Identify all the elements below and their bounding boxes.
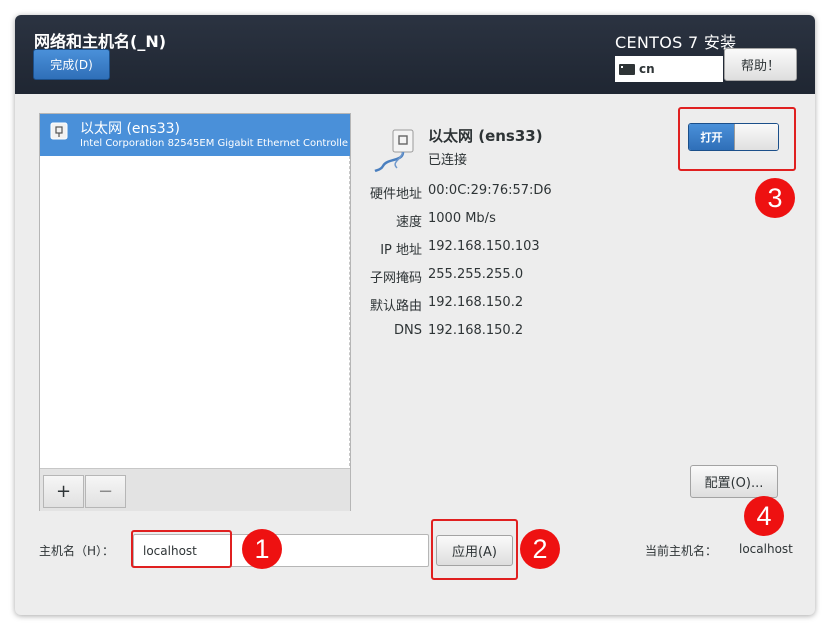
default-route-label: 默认路由: [369, 299, 422, 314]
keyboard-icon: [619, 63, 637, 75]
list-item-title: 以太网 (ens33): [80, 121, 180, 137]
highlight-box-apply: [431, 519, 518, 580]
ip-address-label: IP 地址: [380, 243, 422, 258]
default-route-value: 192.168.150.2: [428, 295, 524, 310]
keyboard-layout-label: cn: [639, 62, 655, 76]
highlight-box-toggle: [678, 107, 796, 171]
dns-value: 192.168.150.2: [428, 323, 524, 338]
annotation-badge-1: 1: [242, 529, 282, 569]
ip-address-value: 192.168.150.103: [428, 239, 540, 254]
network-wired-icon: [374, 129, 414, 173]
device-title: 以太网 (ens33): [428, 127, 543, 145]
hostname-label: 主机名（H）：: [39, 544, 115, 558]
subnet-mask-label: 子网掩码: [369, 271, 422, 286]
connection-status: 已连接: [428, 153, 468, 168]
network-hostname-window: 网络和主机名(_N) 完成(D) CENTOS 7 安装 cn 帮助！ 以太网 …: [15, 15, 815, 615]
product-title: CENTOS 7 安装: [615, 33, 737, 52]
keyboard-layout-indicator[interactable]: cn: [615, 56, 723, 82]
list-empty-area: [40, 156, 350, 466]
list-toolbar: + −: [40, 468, 350, 511]
dns-label: DNS: [394, 323, 422, 338]
subnet-mask-value: 255.255.255.0: [428, 267, 524, 282]
speed-label: 速度: [395, 215, 422, 230]
header-bar: 网络和主机名(_N) 完成(D) CENTOS 7 安装 cn 帮助！: [15, 15, 815, 94]
annotation-badge-2: 2: [520, 529, 560, 569]
done-button[interactable]: 完成(D): [33, 49, 110, 80]
speed-value: 1000 Mb/s: [428, 211, 496, 226]
annotation-badge-4: 4: [744, 496, 784, 536]
list-item-subtitle: Intel Corporation 82545EM Gigabit Ethern…: [80, 138, 348, 149]
highlight-box-hostname: [131, 530, 232, 568]
current-hostname-value: localhost: [739, 542, 793, 556]
help-button[interactable]: 帮助！: [724, 48, 797, 81]
hardware-address-label: 硬件地址: [369, 187, 422, 202]
device-list: 以太网 (ens33) Intel Corporation 82545EM Gi…: [39, 113, 351, 511]
list-item[interactable]: 以太网 (ens33) Intel Corporation 82545EM Gi…: [40, 114, 350, 156]
hardware-address-value: 00:0C:29:76:57:D6: [428, 183, 552, 198]
current-hostname-label: 当前主机名：: [645, 544, 718, 558]
network-wired-icon: [50, 122, 68, 140]
remove-device-button[interactable]: −: [85, 475, 126, 508]
annotation-badge-3: 3: [755, 178, 795, 218]
add-device-button[interactable]: +: [43, 475, 84, 508]
configure-button[interactable]: 配置(O)...: [690, 465, 778, 498]
